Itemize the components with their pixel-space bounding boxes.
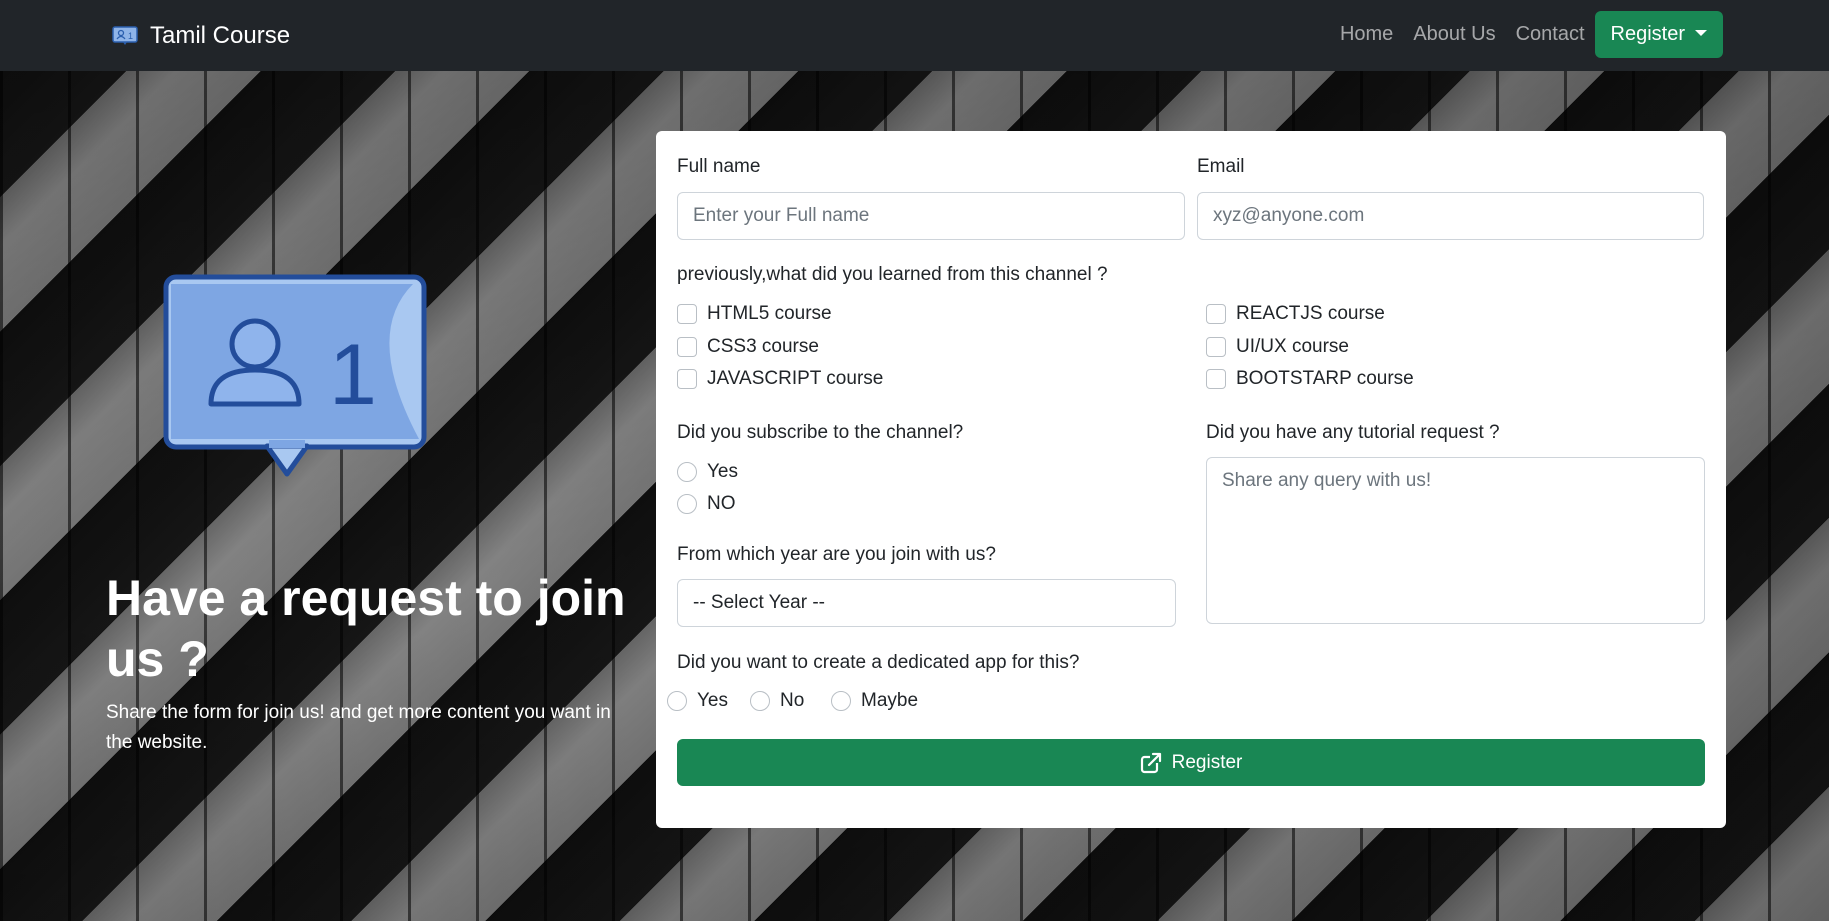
caret-down-icon bbox=[1695, 29, 1707, 36]
learned-question: previously,what did you learned from thi… bbox=[677, 264, 1108, 285]
course-reactjs-label: REACTJS course bbox=[1236, 303, 1385, 324]
course-html5-label: HTML5 course bbox=[707, 303, 832, 324]
year-select-value: -- Select Year -- bbox=[693, 592, 825, 613]
course-bootstrap-option[interactable]: BOOTSTARP course bbox=[1206, 368, 1414, 390]
nav-about-link[interactable]: About Us bbox=[1403, 23, 1505, 46]
tutorial-request-textarea[interactable] bbox=[1206, 457, 1705, 624]
badge-count: 1 bbox=[329, 327, 377, 423]
user-notification-illustration: 1 bbox=[163, 274, 427, 477]
subscribe-question: Did you subscribe to the channel? bbox=[677, 422, 964, 443]
user-badge-icon: 1 bbox=[112, 26, 138, 45]
course-bootstrap-label: BOOTSTARP course bbox=[1236, 368, 1414, 389]
course-css3-option[interactable]: CSS3 course bbox=[677, 336, 819, 358]
subscribe-yes-radio[interactable] bbox=[677, 462, 697, 482]
course-bootstrap-checkbox[interactable] bbox=[1206, 369, 1226, 389]
email-label: Email bbox=[1197, 156, 1245, 177]
course-css3-label: CSS3 course bbox=[707, 336, 819, 357]
app-yes-option[interactable]: Yes bbox=[667, 690, 728, 712]
brand[interactable]: 1 Tamil Course bbox=[112, 19, 290, 53]
hero-title: Have a request to join us ? bbox=[106, 570, 626, 687]
course-javascript-label: JAVASCRIPT course bbox=[707, 368, 884, 389]
course-html5-option[interactable]: HTML5 course bbox=[677, 303, 832, 325]
course-reactjs-option[interactable]: REACTJS course bbox=[1206, 303, 1385, 325]
course-uiux-label: UI/UX course bbox=[1236, 336, 1349, 357]
course-uiux-option[interactable]: UI/UX course bbox=[1206, 336, 1349, 358]
external-link-icon bbox=[1140, 752, 1161, 773]
course-javascript-checkbox[interactable] bbox=[677, 369, 697, 389]
register-dropdown-button[interactable]: Register bbox=[1594, 10, 1723, 58]
course-javascript-option[interactable]: JAVASCRIPT course bbox=[677, 368, 883, 390]
year-select[interactable]: -- Select Year -- bbox=[677, 579, 1176, 627]
course-uiux-checkbox[interactable] bbox=[1206, 337, 1226, 357]
course-html5-checkbox[interactable] bbox=[677, 304, 697, 324]
register-submit-label: Register bbox=[1171, 751, 1243, 773]
subscribe-yes-option[interactable]: Yes bbox=[677, 461, 738, 483]
register-form-card: Full name Email previously,what did you … bbox=[656, 131, 1726, 828]
svg-text:1: 1 bbox=[128, 31, 133, 41]
app-no-label: No bbox=[780, 690, 805, 711]
app-question: Did you want to create a dedicated app f… bbox=[677, 652, 1080, 673]
subscribe-no-option[interactable]: NO bbox=[677, 493, 736, 515]
year-question: From which year are you join with us? bbox=[677, 544, 996, 565]
app-no-radio[interactable] bbox=[750, 691, 770, 711]
app-yes-label: Yes bbox=[697, 690, 728, 711]
navbar: 1 Tamil Course Home About Us Contact Reg… bbox=[0, 0, 1829, 71]
subscribe-no-radio[interactable] bbox=[677, 494, 697, 514]
brand-name: Tamil Course bbox=[150, 22, 291, 49]
tutorial-question: Did you have any tutorial request ? bbox=[1206, 422, 1500, 443]
app-maybe-radio[interactable] bbox=[831, 691, 851, 711]
app-maybe-label: Maybe bbox=[861, 690, 919, 711]
fullname-input[interactable] bbox=[677, 192, 1185, 240]
register-submit-button[interactable]: Register bbox=[677, 739, 1705, 786]
course-css3-checkbox[interactable] bbox=[677, 337, 697, 357]
app-maybe-option[interactable]: Maybe bbox=[831, 690, 918, 712]
subscribe-yes-label: Yes bbox=[707, 461, 738, 482]
hero-subtitle: Share the form for join us! and get more… bbox=[106, 702, 611, 753]
nav-contact-link[interactable]: Contact bbox=[1506, 23, 1595, 46]
register-dropdown-label: Register bbox=[1610, 22, 1685, 45]
subscribe-no-label: NO bbox=[707, 493, 736, 514]
fullname-label: Full name bbox=[677, 156, 761, 177]
email-input[interactable] bbox=[1197, 192, 1704, 240]
nav-home-link[interactable]: Home bbox=[1330, 23, 1403, 46]
app-no-option[interactable]: No bbox=[750, 690, 804, 712]
course-reactjs-checkbox[interactable] bbox=[1206, 304, 1226, 324]
nav-links: Home About Us Contact Register bbox=[1330, 10, 1723, 58]
app-yes-radio[interactable] bbox=[667, 691, 687, 711]
